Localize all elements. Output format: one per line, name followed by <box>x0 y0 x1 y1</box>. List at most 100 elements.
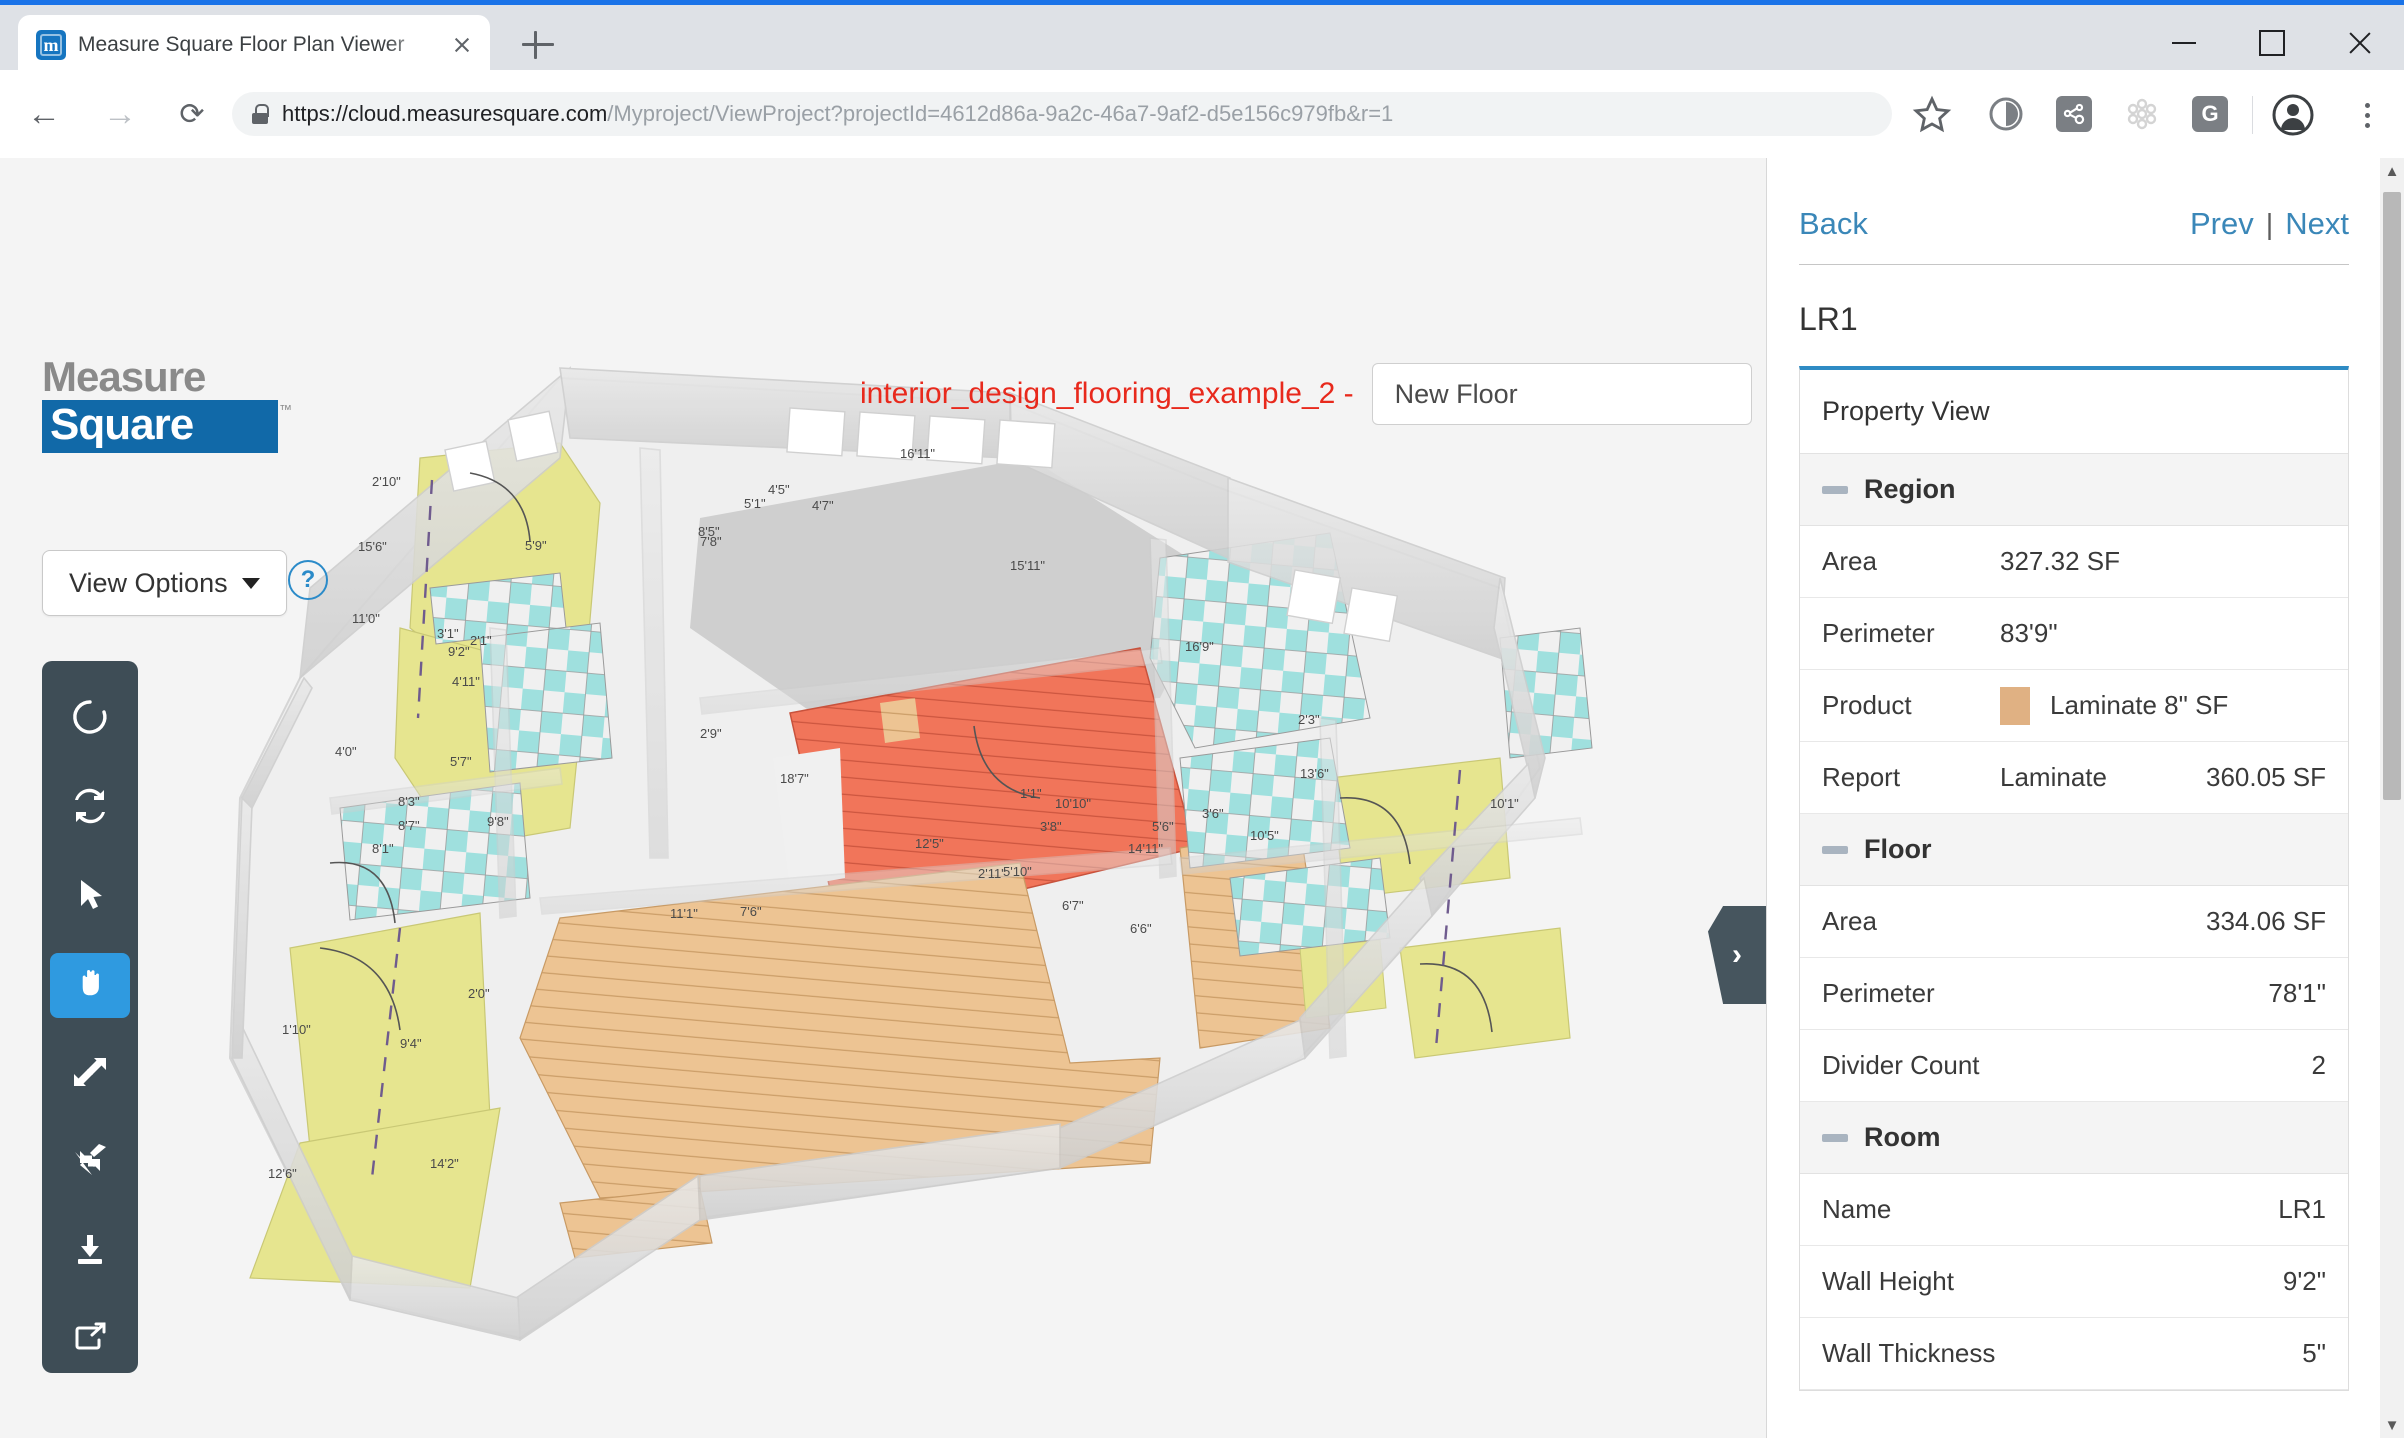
region-laminate-tiny[interactable] <box>880 698 920 743</box>
scroll-up-icon[interactable]: ▲ <box>2380 158 2404 184</box>
reload-icon[interactable]: ⟳ <box>162 84 222 144</box>
maximize-button[interactable] <box>2228 10 2316 75</box>
star-icon[interactable] <box>1912 94 1952 134</box>
svg-text:7'6": 7'6" <box>740 904 762 919</box>
extension-g-label: G <box>2192 96 2228 132</box>
svg-text:8'5": 8'5" <box>698 524 720 539</box>
url-path: /Myproject/ViewProject?projectId=4612d86… <box>607 101 1393 126</box>
floorplan-canvas[interactable]: 16'11" 15'11" 16'9" 18'7" 12'5" 10'5" 9'… <box>0 158 1766 1438</box>
row-key: Product <box>1822 690 2000 721</box>
row-key: Perimeter <box>1822 978 2000 1009</box>
refresh-tool[interactable] <box>50 776 130 841</box>
toolbar-divider <box>2252 96 2253 134</box>
table-row[interactable]: Area 327.32 SF <box>1800 526 2348 598</box>
logo-line-2: Square <box>50 403 270 447</box>
svg-text:4'11": 4'11" <box>452 674 480 689</box>
row-key: Divider Count <box>1822 1050 2000 1081</box>
prev-next-group: Prev | Next <box>2190 206 2349 242</box>
table-row[interactable]: Perimeter 83'9" <box>1800 598 2348 670</box>
window-close-button[interactable] <box>2316 10 2404 75</box>
panel-divider <box>1799 264 2349 265</box>
table-row[interactable]: Wall Thickness 5" <box>1800 1318 2348 1390</box>
svg-text:9'2": 9'2" <box>448 644 470 659</box>
download-icon <box>70 1229 110 1274</box>
prev-link[interactable]: Prev <box>2190 206 2254 242</box>
table-row[interactable]: Report Laminate 360.05 SF <box>1800 742 2348 814</box>
lock-icon <box>252 104 268 124</box>
grammarly-icon[interactable]: G <box>2192 96 2228 132</box>
floor-select[interactable]: New Floor <box>1372 363 1752 425</box>
svg-text:6'7": 6'7" <box>1062 898 1084 913</box>
browser-tab[interactable]: m Measure Square Floor Plan Viewer <box>18 15 490 75</box>
hubspot-icon[interactable] <box>2056 96 2092 132</box>
extension-circle-icon[interactable] <box>1988 96 2024 132</box>
collapse-toggle-icon[interactable] <box>1822 846 1848 854</box>
zoom-out-tool[interactable] <box>50 1131 130 1196</box>
svg-text:18'7": 18'7" <box>780 771 809 786</box>
logo-line-2-wrap: Square ™ <box>42 400 278 453</box>
table-row[interactable]: Product Laminate 8" SF <box>1800 670 2348 742</box>
back-icon[interactable]: ← <box>14 84 74 144</box>
chevron-right-icon: › <box>1732 938 1742 972</box>
property-panel-inner: Back Prev | Next LR1 Property View Regio… <box>1767 158 2381 1438</box>
table-row[interactable]: Wall Height 9'2" <box>1800 1246 2348 1318</box>
region-carpet-br5[interactable] <box>1400 928 1570 1058</box>
next-link[interactable]: Next <box>2285 206 2349 242</box>
zoom-in-tool[interactable] <box>50 1042 130 1107</box>
minimize-button[interactable] <box>2140 10 2228 75</box>
back-link[interactable]: Back <box>1799 206 1868 242</box>
row-key: Area <box>1822 546 2000 577</box>
window-controls <box>2140 10 2404 75</box>
table-row[interactable]: Perimeter 78'1" <box>1800 958 2348 1030</box>
collapse-toggle-icon[interactable] <box>1822 1134 1848 1142</box>
svg-text:12'5": 12'5" <box>915 836 944 851</box>
open-external-tool[interactable] <box>50 1308 130 1373</box>
group-label-floor: Floor <box>1864 834 1932 865</box>
table-row[interactable]: Name LR1 <box>1800 1174 2348 1246</box>
cursor-arrow-icon <box>70 874 110 919</box>
svg-text:4'0": 4'0" <box>335 744 357 759</box>
browser-window: m Measure Square Floor Plan Viewer ← → ⟳… <box>0 0 2404 1438</box>
panel-scrollbar[interactable]: ▲ ▼ <box>2380 158 2404 1438</box>
download-tool[interactable] <box>50 1220 130 1285</box>
panel-navigation: Back Prev | Next <box>1799 158 2349 242</box>
product-color-swatch <box>2000 687 2030 725</box>
profile-avatar-icon[interactable] <box>2272 94 2314 136</box>
group-label-room: Room <box>1864 1122 1941 1153</box>
svg-text:12'6": 12'6" <box>268 1166 297 1181</box>
view-options-button[interactable]: View Options <box>42 550 287 616</box>
svg-text:10'5": 10'5" <box>1250 828 1279 843</box>
chevron-down-icon <box>242 578 260 589</box>
table-row[interactable]: Divider Count 2 <box>1800 1030 2348 1102</box>
reset-rotate-tool[interactable] <box>50 687 130 752</box>
svg-text:3'1": 3'1" <box>437 626 459 641</box>
svg-text:11'1": 11'1" <box>670 906 698 921</box>
asterisk-flower-icon[interactable] <box>2124 96 2160 132</box>
logo-line-1: Measure <box>42 356 278 398</box>
collapse-toggle-icon[interactable] <box>1822 486 1848 494</box>
page-title: interior_design_flooring_example_2 - <box>860 377 1354 411</box>
scroll-down-icon[interactable]: ▼ <box>2380 1412 2404 1438</box>
svg-text:8'3": 8'3" <box>398 794 420 809</box>
new-tab-button[interactable] <box>520 27 556 63</box>
row-value: LR1 <box>2278 1194 2326 1225</box>
address-bar[interactable]: https://cloud.measuresquare.com/Myprojec… <box>232 92 1892 136</box>
forward-icon[interactable]: → <box>90 84 150 144</box>
kebab-menu-icon[interactable] <box>2350 94 2384 136</box>
floorplan-stage[interactable]: 16'11" 15'11" 16'9" 18'7" 12'5" 10'5" 9'… <box>0 158 1766 1438</box>
svg-text:5'9": 5'9" <box>525 538 547 553</box>
select-tool[interactable] <box>50 865 130 930</box>
group-header-room[interactable]: Room <box>1800 1102 2348 1174</box>
group-header-floor[interactable]: Floor <box>1800 814 2348 886</box>
close-icon[interactable] <box>448 31 476 59</box>
help-icon[interactable]: ? <box>288 560 328 600</box>
svg-text:5'10": 5'10" <box>1003 864 1032 879</box>
scrollbar-thumb[interactable] <box>2383 192 2401 800</box>
pan-tool[interactable] <box>50 953 130 1018</box>
group-header-region[interactable]: Region <box>1800 454 2348 526</box>
app-root: 16'11" 15'11" 16'9" 18'7" 12'5" 10'5" 9'… <box>0 158 2404 1438</box>
hand-icon <box>70 963 110 1008</box>
svg-text:2'0": 2'0" <box>468 986 490 1001</box>
hubspot-glyph <box>2056 96 2092 132</box>
table-row[interactable]: Area 334.06 SF <box>1800 886 2348 958</box>
